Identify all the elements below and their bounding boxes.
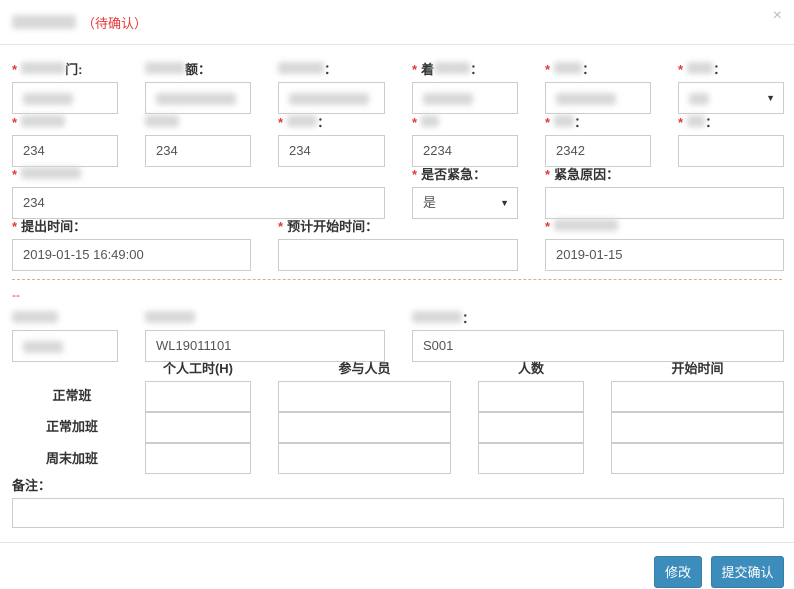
field-label-date: *	[545, 219, 619, 235]
field-label-5: *：	[545, 62, 596, 77]
hours-weekend-input[interactable]	[145, 443, 251, 474]
field-input-s1[interactable]	[12, 330, 118, 362]
field-label-11: *：	[545, 115, 588, 130]
row-label-overtime: 正常加班	[45, 419, 98, 434]
dropdown-caret-icon: ▼	[766, 93, 775, 103]
participants-overtime-input[interactable]	[278, 412, 451, 443]
field-input-4[interactable]	[412, 82, 518, 114]
field-label-10: *	[412, 115, 440, 131]
participants-normal-input[interactable]	[278, 381, 451, 412]
hours-normal-input[interactable]	[145, 381, 251, 412]
row-label-normal: 正常班	[52, 388, 92, 403]
submit-confirm-button[interactable]: 提交确认	[711, 556, 784, 588]
submit-time-input[interactable]: 2019-01-15 16:49:00	[12, 239, 251, 271]
close-icon[interactable]: ×	[773, 8, 782, 24]
col-header-participants: 参与人员	[338, 361, 391, 376]
start-normal-input[interactable]	[611, 381, 784, 412]
start-overtime-input[interactable]	[611, 412, 784, 443]
urgent-select[interactable]: 是 ▼	[412, 187, 518, 219]
header-divider	[0, 44, 794, 45]
section-divider	[12, 279, 782, 280]
field-input-10[interactable]: 2234	[412, 135, 518, 167]
edit-button[interactable]: 修改	[654, 556, 702, 588]
s-code-input[interactable]: S001	[412, 330, 784, 362]
participants-weekend-input[interactable]	[278, 443, 451, 474]
section-mark: --	[12, 288, 20, 302]
field-select-6[interactable]: ▼	[678, 82, 784, 114]
count-weekend-input[interactable]	[478, 443, 584, 474]
field-label-13: *	[12, 167, 82, 183]
field-input-9[interactable]: 234	[278, 135, 385, 167]
urgent-select-value: 是	[423, 195, 437, 210]
blurred-title	[12, 15, 76, 29]
field-label-1: * 门:	[12, 62, 83, 77]
field-label-2: 额：	[145, 62, 211, 78]
urgent-reason-input[interactable]	[545, 187, 784, 219]
remark-input[interactable]	[12, 498, 784, 528]
plan-start-input[interactable]	[278, 239, 518, 271]
field-label-6: *：	[678, 62, 727, 77]
field-label-4: * 着：	[412, 62, 484, 77]
field-input-8[interactable]: 234	[145, 135, 251, 167]
submit-time-label: * 提出时间：	[12, 219, 87, 234]
field-label-3: ：	[278, 62, 337, 78]
urgent-label: * 是否紧急：	[412, 167, 487, 182]
dialog-title: （待确认）	[12, 12, 147, 32]
col-header-start-time: 开始时间	[671, 361, 724, 376]
field-label-9: *：	[278, 115, 331, 130]
status-text: （待确认）	[82, 15, 148, 31]
field-input-11[interactable]: 2342	[545, 135, 651, 167]
field-input-5[interactable]	[545, 82, 651, 114]
start-weekend-input[interactable]	[611, 443, 784, 474]
field-label-12: *：	[678, 115, 719, 130]
remark-label: 备注：	[12, 478, 52, 493]
field-label-s2	[145, 311, 195, 327]
hours-overtime-input[interactable]	[145, 412, 251, 443]
field-label-s1	[12, 311, 58, 327]
count-overtime-input[interactable]	[478, 412, 584, 443]
dropdown-caret-icon: ▼	[500, 198, 509, 208]
footer-divider	[0, 542, 794, 543]
date-input[interactable]: 2019-01-15	[545, 239, 784, 271]
code-input[interactable]: WL19011101	[145, 330, 385, 362]
row-label-weekend: 周末加班	[45, 451, 98, 466]
field-label-8	[145, 115, 179, 131]
field-input-12[interactable]	[678, 135, 784, 167]
field-input-13[interactable]: 234	[12, 187, 385, 219]
count-normal-input[interactable]	[478, 381, 584, 412]
plan-start-label: * 预计开始时间：	[278, 219, 379, 234]
field-input-3[interactable]	[278, 82, 385, 114]
field-label-s3: ：	[412, 311, 475, 327]
col-header-count: 人数	[517, 361, 544, 376]
field-input-2[interactable]	[145, 82, 251, 114]
field-label-7: *	[12, 115, 66, 131]
urgent-reason-label: * 紧急原因：	[545, 167, 620, 182]
col-header-hours: 个人工时(H)	[162, 361, 234, 376]
field-input-7[interactable]: 234	[12, 135, 118, 167]
field-input-1[interactable]	[12, 82, 118, 114]
